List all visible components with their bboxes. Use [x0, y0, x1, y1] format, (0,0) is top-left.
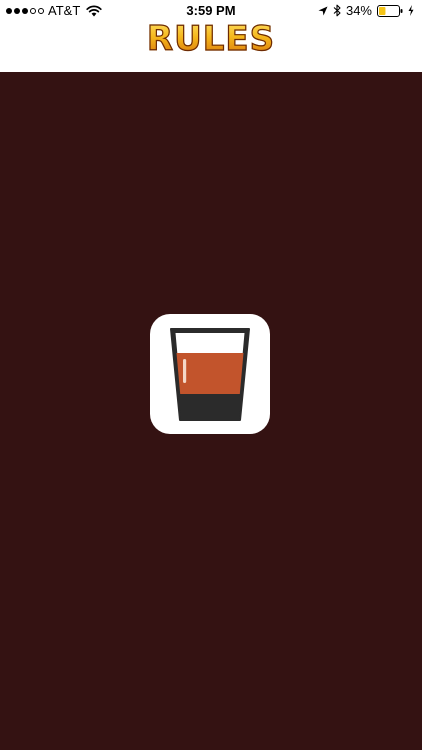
charging-bolt-icon [408, 5, 414, 16]
whiskey-glass-icon [150, 314, 270, 434]
splash-screen [0, 72, 422, 750]
battery-percent: 34% [345, 3, 372, 18]
status-right: 34% [318, 3, 414, 18]
bluetooth-icon [333, 4, 341, 17]
battery-icon [377, 4, 403, 17]
location-arrow-icon [318, 6, 328, 15]
battery-fill [379, 6, 386, 15]
app-title: RULES [146, 18, 276, 59]
app-header: RULES [0, 18, 422, 72]
